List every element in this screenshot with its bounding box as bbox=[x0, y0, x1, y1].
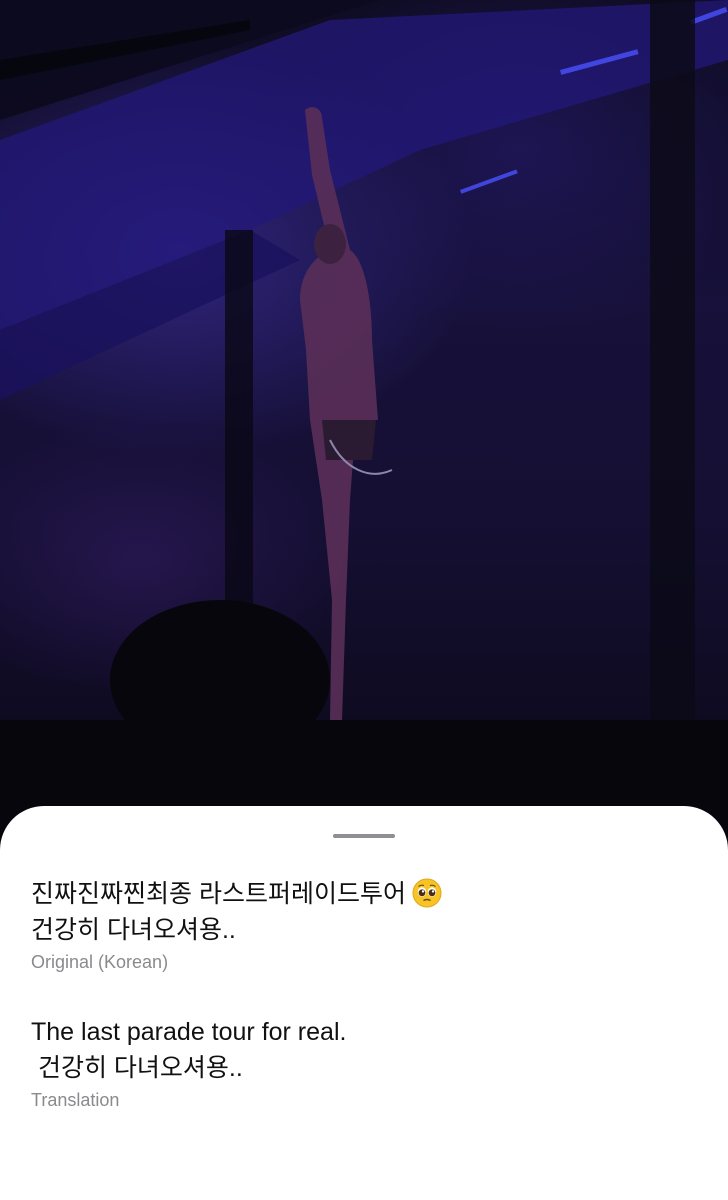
stage-photo-art bbox=[0, 0, 728, 860]
original-language-label: Original (Korean) bbox=[31, 952, 169, 972]
translation-sheet: 진짜진짜찐최종 라스트퍼레이드투어 건강히 다녀오셔용.. Original (… bbox=[0, 806, 728, 1200]
translation-label: Translation bbox=[31, 1090, 120, 1110]
original-line-1-text: 진짜진짜찐최종 라스트퍼레이드투어 bbox=[31, 880, 406, 908]
screen: 진짜진짜찐최종 라스트퍼레이드투어 건강히 다녀오셔용.. Original (… bbox=[0, 0, 728, 1200]
sheet-grabber-handle[interactable] bbox=[333, 834, 395, 838]
original-text-block: 진짜진짜찐최종 라스트퍼레이드투어 건강히 다녀오셔용.. Original (… bbox=[31, 876, 698, 974]
background-photo bbox=[0, 0, 728, 860]
original-text-line-1: 진짜진짜찐최종 라스트퍼레이드투어 bbox=[31, 876, 698, 912]
pleading-face-emoji-icon bbox=[412, 878, 442, 908]
translation-text-block: The last parade tour for real. 건강히 다녀오셔용… bbox=[31, 1014, 698, 1112]
translation-text-line-2: 건강히 다녀오셔용.. bbox=[31, 1054, 243, 1082]
translation-text-line-1: The last parade tour for real. bbox=[31, 1018, 347, 1046]
original-text-line-2: 건강히 다녀오셔용.. bbox=[31, 916, 236, 944]
